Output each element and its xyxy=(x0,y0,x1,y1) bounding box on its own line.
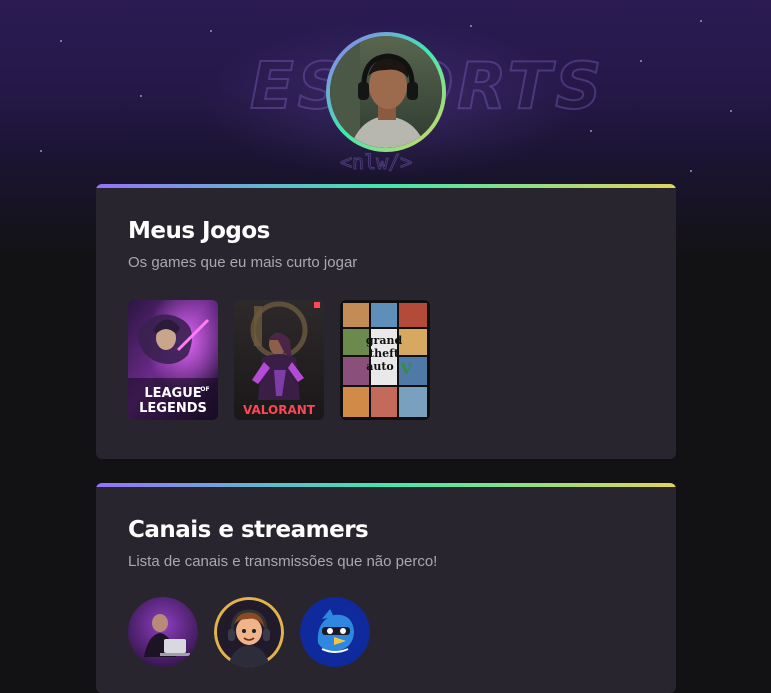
gta-cover-line3: auto xyxy=(366,360,394,373)
gta-cover-line2: theft xyxy=(369,347,400,360)
gta-cover-line1: grand xyxy=(366,334,403,347)
lol-cover-line1: LEAGUE xyxy=(144,386,201,401)
lol-cover-of: OF xyxy=(200,386,209,393)
gta-v-cover-icon: grand theft auto V xyxy=(340,300,430,420)
channels-card-title: Canais e streamers xyxy=(128,517,369,543)
game-cover-valorant[interactable]: VALORANT xyxy=(234,300,324,420)
valorant-cover-icon: VALORANT xyxy=(234,300,324,420)
streamer-at-laptop-avatar-icon xyxy=(128,597,198,667)
games-card: Meus Jogos Os games que eu mais curto jo… xyxy=(96,184,676,459)
channel-avatar-1[interactable] xyxy=(128,597,198,667)
nlw-logo-watermark: <nlw/> xyxy=(339,150,413,175)
games-card-subtitle: Os games que eu mais curto jogar xyxy=(128,254,358,271)
lol-cover-line2: LEGENDS xyxy=(139,401,207,416)
profile-photo-icon xyxy=(330,36,442,148)
game-cover-league-of-legends[interactable]: LEAGUE OF LEGENDS xyxy=(128,300,218,420)
games-card-title: Meus Jogos xyxy=(128,218,270,244)
channels-card: Canais e streamers Lista de canais e tra… xyxy=(96,483,676,693)
blue-bird-mascot-avatar-icon xyxy=(300,597,370,667)
channels-card-subtitle: Lista de canais e transmissões que não p… xyxy=(128,553,438,570)
channel-avatar-2[interactable] xyxy=(214,597,284,667)
cartoon-gamer-avatar-icon xyxy=(214,597,284,667)
valorant-cover-text: VALORANT xyxy=(243,403,316,417)
profile-avatar[interactable] xyxy=(326,32,446,152)
game-cover-gta-v[interactable]: grand theft auto V xyxy=(340,300,430,420)
channel-avatar-3[interactable] xyxy=(300,597,370,667)
league-of-legends-cover-icon: LEAGUE OF LEGENDS xyxy=(128,300,218,420)
gta-cover-numeral: V xyxy=(400,362,413,378)
